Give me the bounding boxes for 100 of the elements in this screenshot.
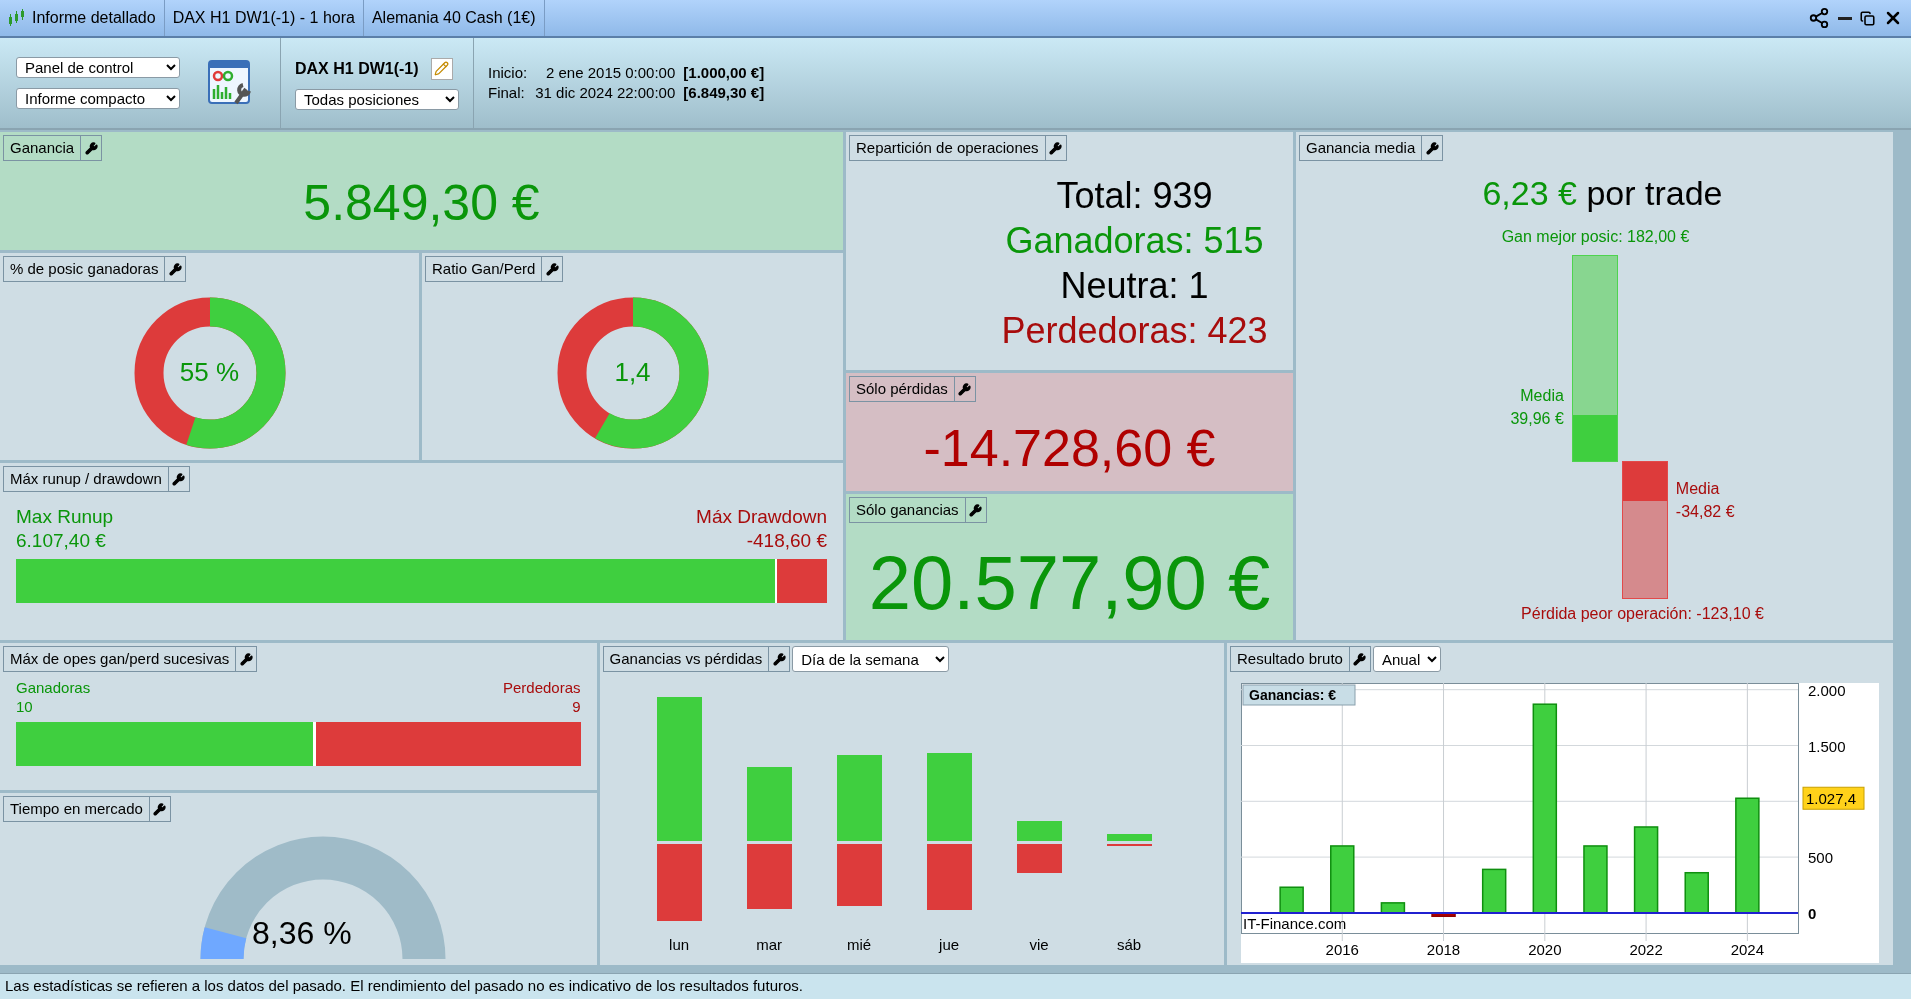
wrench-icon [84,141,98,155]
best-trade-label: Gan mejor posic: 182,00 € [1501,227,1690,247]
profit-bar [1279,886,1304,914]
drawdown-value: -418,60 € [746,529,827,553]
share-icon [1808,7,1830,29]
profit-bar [1380,902,1406,914]
axis-label: 2024 [1730,941,1765,958]
wrench-icon [1049,141,1063,155]
report-settings-icon [208,59,254,107]
candlestick-icon [8,9,26,27]
period-select[interactable]: Día de la semana [792,646,950,672]
axis-label: 0 [1808,904,1817,922]
wrench-icon [772,652,786,666]
chart-credit: IT-Finance.com [1243,915,1347,932]
profit-bar [1684,872,1709,914]
chart-title: Ganancias: € [1242,684,1356,706]
settings-button[interactable] [769,646,791,672]
trade-count: Ganadoras: 515 [1005,219,1264,263]
average-loss-label: Media [1675,479,1721,499]
worst-trade-label: Pérdida peor operación: -123,10 € [1521,604,1764,624]
axis-label: 2018 [1426,941,1461,958]
loss-bar [926,844,972,910]
profit-bar [1583,845,1608,914]
loss-bar [1431,912,1456,917]
axis-label: 1.500 [1808,737,1846,755]
wrench-icon [168,262,182,276]
minimize-button[interactable] [1838,16,1852,20]
wrench-icon [153,802,167,816]
settings-button[interactable] [954,376,976,402]
win-streak-label: Ganadoras [16,678,91,697]
settings-button[interactable] [965,497,987,523]
settings-button[interactable] [236,646,258,672]
end-capital: [6.849,30 €] [683,83,765,103]
time-value: 8,36 % [252,914,352,953]
panel-title: Sólo pérdidas [849,376,955,402]
panel-title: Sólo ganancias [849,497,966,523]
panel-title: Repartición de operaciones [849,135,1046,161]
profit-bar [1481,868,1507,914]
restore-button[interactable] [1860,10,1875,26]
positions-select[interactable]: Todas posiciones [295,88,459,110]
start-capital: [1.000,00 €] [683,63,765,83]
axis-label: 2.000 [1808,683,1846,699]
settings-button[interactable] [168,466,190,492]
runup-label: Max Runup [16,505,114,529]
average-win-label: Media [1520,386,1564,406]
axis-label: 2020 [1528,941,1562,958]
report-tab[interactable]: Alemania 40 Cash (1€) [363,0,545,36]
settings-button[interactable] [542,256,564,282]
report-tab[interactable]: Informe detallado [0,0,165,36]
wrench-icon [172,472,186,486]
donut-value: 55 % [179,356,240,389]
share-button[interactable] [1808,7,1830,29]
loss-bar [836,844,882,906]
start-date: 2 ene 2015 0:00:00 [545,63,676,83]
settings-button[interactable] [1422,135,1444,161]
gains-value: 20.577,90 € [868,539,1271,627]
day-label: sáb [1116,935,1142,955]
average-loss-value: -34,82 € [1675,502,1735,522]
average-heading: 6,23 € por trade [1482,173,1723,214]
report-select[interactable]: Informe compacto [16,88,180,109]
settings-button[interactable] [149,796,171,822]
panel-title: % de posic ganadoras [3,256,166,282]
loss-streak-value: 9 [572,697,581,716]
average-win-value: 39,96 € [1510,409,1564,429]
losses-value: -14.728,60 € [923,418,1216,479]
loss-bar [1016,844,1062,873]
trade-count: Total: 939 [1056,174,1213,218]
donut-value: 1,4 [614,356,651,389]
win-streak-value: 10 [16,697,34,716]
minimize-icon [1838,16,1852,20]
axis-label: 2016 [1325,941,1359,958]
disclaimer-text: Las estadísticas se refieren a los datos del pasado. El rendimiento del pasado no es indicativo de los resultados futuros. [5,977,803,994]
wrench-icon [545,262,559,276]
settings-button[interactable] [1045,135,1067,161]
pencil-icon [434,61,450,76]
period-select[interactable]: Anual [1372,646,1441,672]
panel-title: Tiempo en mercado [3,796,150,822]
edit-button[interactable] [430,57,453,80]
panel-title: Resultado bruto [1230,646,1350,672]
axis-label: 2022 [1629,941,1663,958]
profit-bar [1330,845,1355,914]
settings-button[interactable] [81,135,103,161]
settings-button[interactable] [1349,646,1371,672]
panel-title: Máx de opes gan/perd sucesivas [3,646,237,672]
panel-title: Ratio Gan/Perd [425,256,543,282]
day-label: jue [939,935,960,955]
day-label: mar [756,935,782,955]
loss-streak-label: Perdedoras [503,678,581,697]
profit-bar [1016,821,1062,841]
view-select[interactable]: Panel de control [16,57,180,78]
runup-value: 6.107,40 € [16,529,107,553]
day-label: mié [846,935,872,955]
value-badge: 1.027,4 [1802,786,1865,810]
day-label: lun [669,935,690,955]
start-label: Inicio: [488,63,528,83]
drawdown-label: Máx Drawdown [696,505,827,529]
profit-bar [1106,834,1152,841]
settings-button[interactable] [165,256,187,282]
profit-value: 5.849,30 € [303,173,540,233]
report-tab[interactable]: DAX H1 DW1(-1) - 1 hora [164,0,364,36]
